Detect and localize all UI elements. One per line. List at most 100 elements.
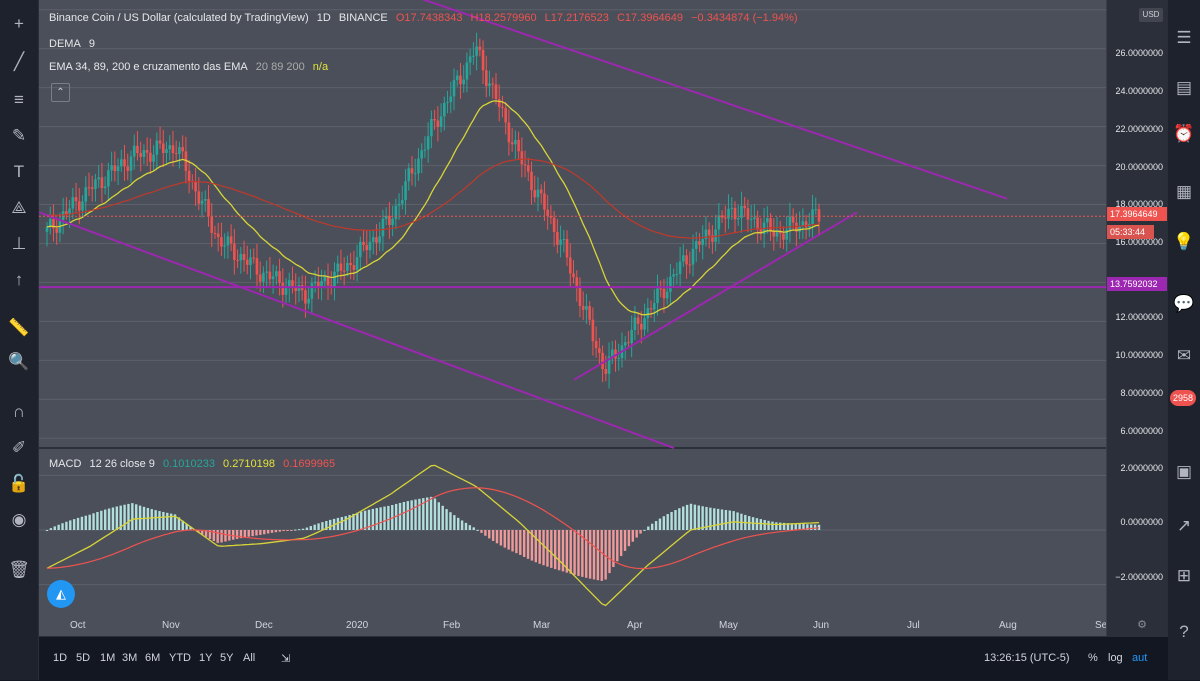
macd-histogram-bar <box>232 530 235 540</box>
timeframe-1m[interactable]: 1M <box>100 652 115 664</box>
candle-body <box>452 80 456 97</box>
calendar-icon[interactable]: ▦ <box>1172 180 1196 204</box>
trendline-icon[interactable]: ╱ <box>7 50 31 74</box>
eye-icon[interactable]: ◉ <box>7 508 31 532</box>
timeframe-5d[interactable]: 5D <box>76 652 90 664</box>
candle-body <box>239 254 243 261</box>
candle-body <box>365 244 369 251</box>
candle-body <box>158 140 162 144</box>
candle-body <box>223 245 226 247</box>
candle-body <box>410 168 414 174</box>
drawing-toolbar: + ╱ ≡ ✎ T ⟁ ⊥ ↑ 📏 🔍 ∩ ✐ 🔓 ◉ 🗑 <box>0 0 39 680</box>
candle-body <box>678 261 682 274</box>
macd-histogram-bar <box>317 523 320 530</box>
currency-badge[interactable]: USD <box>1139 8 1163 22</box>
lock-drawing-icon[interactable]: ✐ <box>7 436 31 460</box>
candle-body <box>504 107 507 123</box>
price-scale[interactable]: USD 26.0000000 24.0000000 22.0000000 20.… <box>1106 0 1170 636</box>
date-range-icon[interactable]: ⇲ <box>281 652 290 665</box>
candle-body <box>110 165 113 171</box>
macd-histogram-bar <box>146 507 150 530</box>
macd-histogram-bar <box>650 523 654 530</box>
magnet-icon[interactable]: ∩ <box>7 400 31 424</box>
macd-histogram-bar <box>49 528 53 530</box>
arrow-up-icon[interactable]: ↑ <box>7 268 31 292</box>
macd-histogram-bar <box>216 530 219 543</box>
timeframe-all[interactable]: All <box>243 652 255 664</box>
collapse-legend-icon[interactable]: ⌃ <box>51 83 70 102</box>
percent-toggle[interactable]: % <box>1088 652 1098 664</box>
candle-body <box>78 201 81 211</box>
ideas-icon[interactable]: 💡 <box>1172 230 1196 254</box>
candle-body <box>346 262 349 271</box>
macd-histogram-bar <box>259 530 262 535</box>
timeframe-ytd[interactable]: YTD <box>169 652 191 664</box>
upper-channel-line <box>421 0 1008 200</box>
candle-body <box>514 139 517 145</box>
news-icon[interactable]: ▤ <box>1172 76 1196 100</box>
macd-tick: −2.0000000 <box>1115 572 1163 582</box>
macd-histogram-bar <box>425 497 429 530</box>
candle-body <box>84 187 88 202</box>
candle-body <box>685 255 688 265</box>
timeframe-1y[interactable]: 1Y <box>199 652 212 664</box>
alert-icon[interactable]: ⏰ <box>1172 122 1196 146</box>
timeframe-1d[interactable]: 1D <box>53 652 67 664</box>
fib-icon[interactable]: ≡ <box>7 88 31 112</box>
timeframe-6m[interactable]: 6M <box>145 652 160 664</box>
macd-histogram-bar <box>166 512 169 530</box>
level-tag: 13.7592032 <box>1107 277 1170 291</box>
timeframe-3m[interactable]: 3M <box>122 652 137 664</box>
crosshair-icon[interactable]: + <box>7 12 31 36</box>
measure-tools-icon[interactable]: ⊥ <box>7 232 31 256</box>
lock-icon[interactable]: 🔓 <box>7 472 31 496</box>
candle-body <box>74 197 78 202</box>
hotlist-icon[interactable]: ↗ <box>1172 514 1196 538</box>
scale-settings-icon[interactable]: ⚙ <box>1137 618 1147 631</box>
help-icon[interactable]: ? <box>1172 620 1196 644</box>
candle-body <box>178 147 181 155</box>
pattern-icon[interactable]: ⟁ <box>7 196 31 220</box>
macd-histogram-bar <box>313 524 316 530</box>
bottom-toolbar: 1D 5D 1M 3M 6M YTD 1Y 5Y All ⇲ 13:26:15 … <box>39 636 1168 681</box>
candle-body <box>168 145 172 150</box>
watchlist-icon[interactable]: ☰ <box>1172 26 1196 50</box>
candle-body <box>139 153 142 157</box>
macd-histogram-bar <box>557 530 561 571</box>
brush-icon[interactable]: ✎ <box>7 124 31 148</box>
messages-icon[interactable]: ✉ <box>1172 344 1196 368</box>
timeframe-5y[interactable]: 5Y <box>220 652 233 664</box>
candle-body <box>226 236 230 246</box>
macd-histogram-bar <box>92 513 95 530</box>
macd-histogram-bar <box>282 530 285 532</box>
auto-toggle[interactable]: aut <box>1132 652 1147 664</box>
ruler-icon[interactable]: 📏 <box>7 316 31 340</box>
candle-body <box>113 165 117 172</box>
chart-pane[interactable]: Binance Coin / US Dollar (calculated by … <box>39 0 1106 636</box>
zoom-icon[interactable]: 🔍 <box>7 350 31 374</box>
notification-badge[interactable]: 2958 <box>1170 390 1196 406</box>
candle-body <box>55 228 58 233</box>
candle-body <box>546 209 549 217</box>
candle-body <box>536 189 540 198</box>
candle-body <box>129 156 133 171</box>
candle-body <box>662 288 666 299</box>
macd-histogram-bar <box>685 504 689 530</box>
time-label: Dec <box>255 620 273 631</box>
trash-icon[interactable]: 🗑 <box>7 558 31 582</box>
log-toggle[interactable]: log <box>1108 652 1123 664</box>
macd-histogram-bar <box>588 530 592 579</box>
screener-icon[interactable]: ⊞ <box>1172 564 1196 588</box>
candle-body <box>249 257 252 265</box>
candle-body <box>126 166 130 171</box>
macd-histogram-bar <box>654 521 658 530</box>
data-window-icon[interactable]: ▣ <box>1172 460 1196 484</box>
text-icon[interactable]: T <box>7 160 31 184</box>
price-tick: 20.0000000 <box>1115 162 1163 172</box>
chat-icon[interactable]: 💬 <box>1172 292 1196 316</box>
macd-histogram-bar <box>592 530 596 580</box>
price-chart-svg[interactable] <box>39 0 1106 636</box>
tradingview-logo-icon[interactable]: ◭ <box>47 580 75 608</box>
candle-body <box>404 181 407 201</box>
candle-body <box>517 139 520 152</box>
